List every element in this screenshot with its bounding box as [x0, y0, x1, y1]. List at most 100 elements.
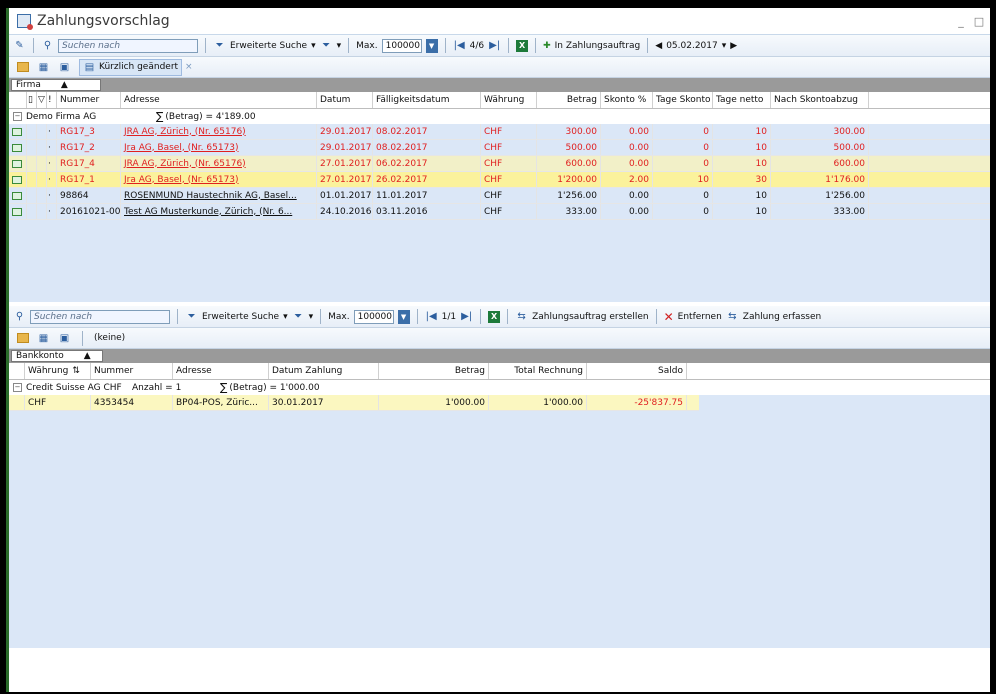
- max-dropdown-button[interactable]: ▼: [397, 309, 410, 324]
- pencil-icon[interactable]: ✎: [13, 39, 26, 52]
- recently-changed-label: Kürzlich geändert: [99, 62, 179, 72]
- filter-options-icon[interactable]: ⏷: [292, 310, 305, 323]
- group-company-label: Demo Firma AG: [26, 111, 97, 122]
- first-page-icon[interactable]: |◀: [453, 39, 466, 52]
- cell-adresse[interactable]: Jra AG, Basel, (Nr. 65173): [121, 140, 317, 155]
- group-row[interactable]: − Credit Suisse AG CHF Anzahl = 1 ∑ (Bet…: [9, 380, 990, 395]
- table-row[interactable]: · 98864 ROSENMUND Haustechnik AG, Basel...…: [9, 188, 990, 204]
- cell-tage_skonto: 0: [653, 124, 713, 139]
- max-input[interactable]: 100000: [381, 38, 422, 53]
- invoice-icon: [12, 207, 22, 216]
- cell-tage_skonto: 0: [653, 204, 713, 219]
- row-dot: ·: [47, 204, 57, 219]
- date-next-icon[interactable]: ▶: [730, 41, 737, 51]
- table-row[interactable]: · RG17_3 JRA AG, Zürich, (Nr. 65176) 29.01.…: [9, 124, 990, 140]
- col-header[interactable]: Datum Zahlung: [269, 363, 379, 379]
- col-header[interactable]: Datum: [317, 92, 373, 108]
- row-cell: [27, 156, 37, 171]
- col-header[interactable]: Nummer: [57, 92, 121, 108]
- last-page-icon[interactable]: ▶|: [488, 39, 501, 52]
- date-field[interactable]: 05.02.2017: [666, 41, 718, 51]
- cell-adresse[interactable]: Test AG Musterkunde, Zürich, (Nr. 6...: [121, 204, 317, 219]
- date-dropdown-icon[interactable]: ▾: [722, 41, 727, 51]
- table-row[interactable]: · RG17_2 Jra AG, Basel, (Nr. 65173) 29.01.2…: [9, 140, 990, 156]
- table-row[interactable]: · RG17_4 JRA AG, Zürich, (Nr. 65176) 27.01.…: [9, 156, 990, 172]
- col-header[interactable]: Betrag: [537, 92, 601, 108]
- search-input[interactable]: Suchen nach: [30, 309, 170, 324]
- layout-icon[interactable]: ▦: [37, 61, 50, 74]
- filter-column-icon[interactable]: ▽: [37, 92, 47, 108]
- cell-nummer: RG17_1: [57, 172, 121, 187]
- cell-nach: 300.00: [771, 124, 869, 139]
- chevron-down-icon[interactable]: ▾: [309, 312, 314, 322]
- col-header[interactable]: Nummer: [91, 363, 173, 379]
- minimize-button[interactable]: _: [954, 15, 968, 28]
- create-payment-order-button[interactable]: Zahlungsauftrag erstellen: [532, 312, 648, 322]
- max-input[interactable]: 100000: [353, 309, 394, 324]
- chevron-down-icon[interactable]: ▾: [337, 41, 342, 51]
- max-dropdown-button[interactable]: ▼: [425, 38, 438, 53]
- col-header[interactable]: Adresse: [173, 363, 269, 379]
- recently-changed-filter[interactable]: ▤ Kürzlich geändert: [79, 58, 183, 76]
- header-spacer: [9, 92, 27, 108]
- col-header[interactable]: Währung ⇅: [25, 363, 91, 379]
- save-icon[interactable]: ▣: [58, 61, 71, 74]
- search-input[interactable]: Suchen nach: [58, 38, 198, 53]
- record-payment-button[interactable]: Zahlung erfassen: [743, 312, 821, 322]
- chevron-down-icon[interactable]: ▾: [283, 312, 288, 322]
- cell-adresse[interactable]: JRA AG, Zürich, (Nr. 65176): [121, 156, 317, 171]
- cell-adresse[interactable]: ROSENMUND Haustechnik AG, Basel...: [121, 188, 317, 203]
- extended-search-button[interactable]: Erweiterte Suche: [230, 41, 307, 51]
- cell-nach: 600.00: [771, 156, 869, 171]
- save-icon[interactable]: ▣: [58, 332, 71, 345]
- to-payment-order-button[interactable]: In Zahlungsauftrag: [555, 41, 641, 51]
- col-header[interactable]: Fälligkeitsdatum: [373, 92, 481, 108]
- table-row[interactable]: · 20161021-002 Test AG Musterkunde, Zürich…: [9, 204, 990, 220]
- excel-icon[interactable]: X: [488, 310, 501, 323]
- filter-none-label[interactable]: (keine): [94, 333, 125, 343]
- payment-rows: CHF 4353454 BP04-POS, Züric... 30.01.2017 1'…: [9, 395, 990, 411]
- folder-icon[interactable]: [17, 62, 29, 72]
- priority-icon[interactable]: !: [47, 92, 57, 108]
- table-row[interactable]: · RG17_1 Jra AG, Basel, (Nr. 65173) 27.01.2…: [9, 172, 990, 188]
- search-icon[interactable]: ⚲: [13, 310, 26, 323]
- col-header[interactable]: Betrag: [379, 363, 489, 379]
- col-header[interactable]: Adresse: [121, 92, 317, 108]
- layout-icon[interactable]: ▦: [37, 332, 50, 345]
- col-header[interactable]: Tage Skonto: [653, 92, 713, 108]
- collapse-icon[interactable]: −: [13, 383, 22, 392]
- cell-datum: 27.01.2017: [317, 156, 373, 171]
- col-header[interactable]: Total Rechnung: [489, 363, 587, 379]
- date-prev-icon[interactable]: ◀: [655, 41, 662, 51]
- col-header[interactable]: Nach Skontoabzug: [771, 92, 869, 108]
- collapse-icon[interactable]: −: [13, 112, 22, 121]
- remove-button[interactable]: Entfernen: [678, 312, 722, 322]
- cell-datum: 01.01.2017: [317, 188, 373, 203]
- row-icon-cell: [9, 140, 27, 155]
- folder-icon[interactable]: [17, 333, 29, 343]
- col-header[interactable]: Währung: [481, 92, 537, 108]
- close-filter-icon[interactable]: ×: [185, 62, 193, 72]
- cell-adresse[interactable]: Jra AG, Basel, (Nr. 65173): [121, 172, 317, 187]
- first-page-icon[interactable]: |◀: [425, 310, 438, 323]
- group-field-label: Firma: [16, 80, 41, 90]
- group-by-firma[interactable]: Firma ▲: [11, 79, 101, 91]
- col-header[interactable]: Tage netto: [713, 92, 771, 108]
- excel-icon[interactable]: X: [516, 39, 529, 52]
- cell-adresse[interactable]: JRA AG, Zürich, (Nr. 65176): [121, 124, 317, 139]
- col-header[interactable]: Skonto %: [601, 92, 653, 108]
- group-row[interactable]: − Demo Firma AG ∑ (Betrag) = 4'189.00: [9, 109, 990, 124]
- extended-search-button[interactable]: Erweiterte Suche: [202, 312, 279, 322]
- maximize-button[interactable]: □: [972, 15, 986, 28]
- row-cell: [37, 172, 47, 187]
- cell-skonto: 0.00: [601, 124, 653, 139]
- search-icon[interactable]: ⚲: [41, 39, 54, 52]
- chevron-down-icon[interactable]: ▾: [311, 41, 316, 51]
- table-row[interactable]: CHF 4353454 BP04-POS, Züric... 30.01.2017 1'…: [9, 395, 699, 411]
- document-icon[interactable]: ▯: [27, 92, 37, 108]
- last-page-icon[interactable]: ▶|: [460, 310, 473, 323]
- separator: [444, 38, 446, 53]
- filter-options-icon[interactable]: ⏷: [320, 39, 333, 52]
- col-header[interactable]: Saldo: [587, 363, 687, 379]
- group-by-bankkonto[interactable]: Bankkonto ▲: [11, 350, 103, 362]
